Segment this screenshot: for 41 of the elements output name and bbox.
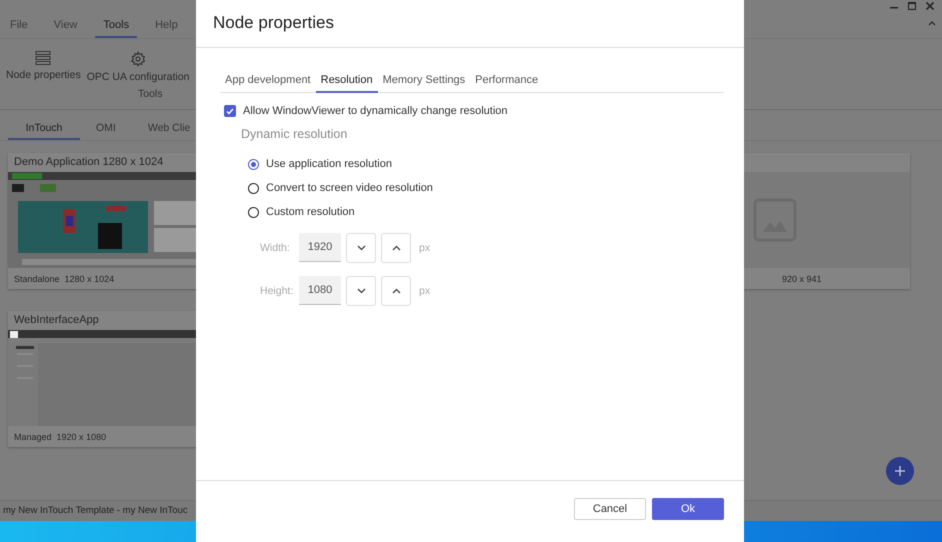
status-text: my New InTouch Template - my New InTouc bbox=[3, 505, 188, 516]
ribbon-button-label[interactable]: Node properties bbox=[6, 69, 81, 81]
list-icon bbox=[35, 51, 52, 65]
checkbox-label: Allow WindowViewer to dynamically change resolution bbox=[243, 105, 508, 117]
collapse-icon[interactable] bbox=[928, 21, 936, 26]
checkbox[interactable] bbox=[224, 105, 236, 117]
tab[interactable]: Performance bbox=[470, 74, 544, 93]
card-caption: Standalone 1280 x 1024 bbox=[14, 274, 114, 284]
tab[interactable]: Resolution bbox=[316, 74, 378, 93]
tab[interactable]: Memory Settings bbox=[378, 74, 470, 93]
menu-item[interactable]: File bbox=[2, 14, 36, 38]
ok-button[interactable]: Ok bbox=[652, 498, 724, 520]
add-button[interactable] bbox=[886, 457, 914, 485]
menu-item[interactable]: View bbox=[46, 14, 86, 38]
radio-button[interactable] bbox=[248, 158, 259, 170]
tab[interactable]: OMI bbox=[80, 122, 132, 140]
menu-item[interactable]: Help bbox=[147, 14, 186, 38]
close-icon[interactable] bbox=[926, 2, 934, 10]
unit-label: px bbox=[419, 284, 430, 296]
ribbon-group-label: Tools bbox=[138, 88, 164, 100]
chevron-up-icon bbox=[392, 288, 400, 294]
section-heading: Dynamic resolution bbox=[241, 127, 348, 141]
chevron-down-icon bbox=[356, 288, 366, 294]
card-title: WebInterfaceApp bbox=[14, 314, 99, 326]
card-caption: 920 x 941 bbox=[782, 274, 822, 284]
cancel-button[interactable]: Cancel bbox=[574, 498, 646, 520]
ribbon-button-label[interactable]: OPC UA configuration bbox=[86, 71, 190, 83]
card-caption: Managed 1920 x 1080 bbox=[14, 432, 106, 442]
plus-icon bbox=[895, 466, 905, 476]
chevron-down-icon bbox=[356, 244, 366, 250]
maximize-icon[interactable] bbox=[908, 2, 916, 10]
radio-button[interactable] bbox=[248, 182, 259, 194]
gear-icon bbox=[130, 51, 146, 67]
radio-button[interactable] bbox=[248, 206, 259, 218]
tab[interactable]: InTouch bbox=[8, 122, 80, 140]
card-title: Demo Application 1280 x 1024 bbox=[14, 156, 164, 168]
chevron-up-icon bbox=[392, 244, 400, 250]
tab[interactable]: App development bbox=[220, 74, 316, 93]
unit-label: px bbox=[419, 242, 430, 254]
dialog-title: Node properties bbox=[213, 13, 334, 32]
menu-item[interactable]: Tools bbox=[95, 14, 138, 38]
